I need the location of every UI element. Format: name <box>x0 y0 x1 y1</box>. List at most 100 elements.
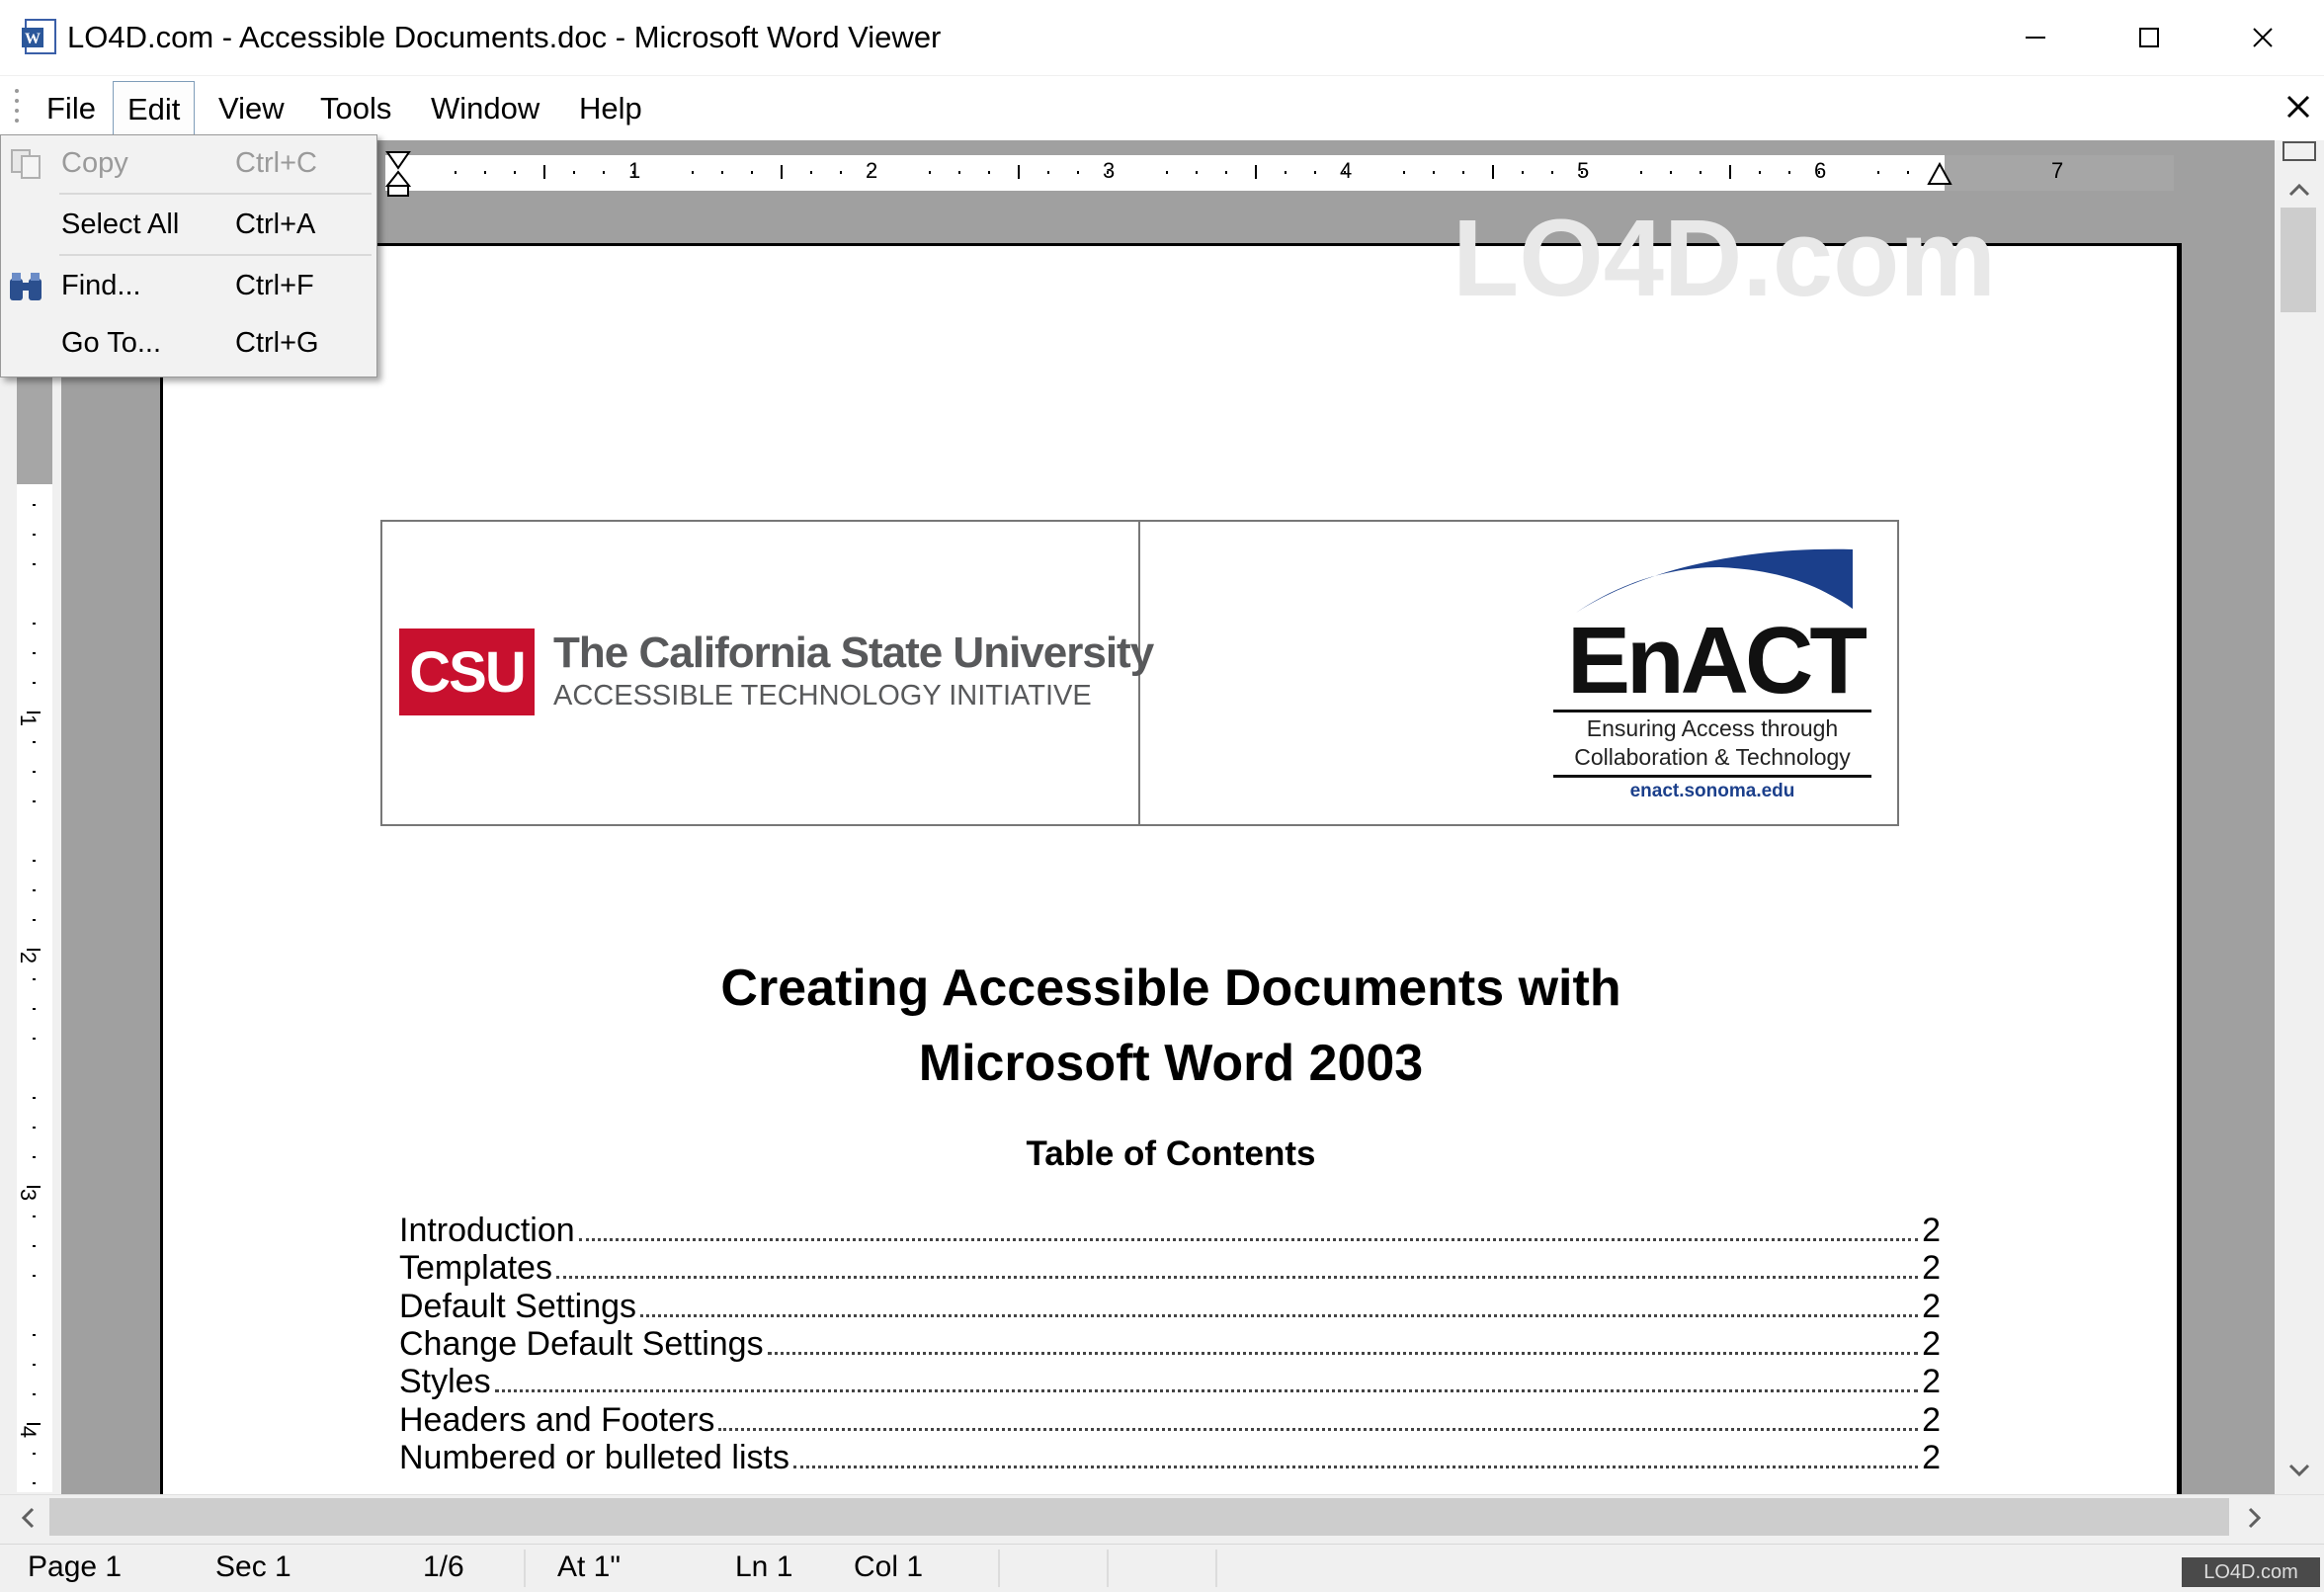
vertical-ruler[interactable] <box>17 336 52 1492</box>
toc-entry[interactable]: Templates 2 <box>399 1249 1941 1287</box>
csu-subtitle: ACCESSIBLE TECHNOLOGY INITIATIVE <box>553 680 1092 712</box>
right-indent-marker[interactable] <box>1927 161 1952 188</box>
enact-rule-top <box>1553 710 1871 712</box>
toc-entry-title: Change Default Settings <box>399 1325 764 1363</box>
toc-entry[interactable]: Default Settings 2 <box>399 1288 1941 1325</box>
status-separator <box>524 1550 526 1587</box>
menu-separator <box>59 254 372 256</box>
vruler-number: 3 <box>16 1188 42 1202</box>
toc-entry-title: Styles <box>399 1363 491 1400</box>
vertical-ruler-ticks <box>27 385 41 1484</box>
vruler-number: 2 <box>16 951 42 964</box>
toc-entry-title: Numbered or bulleted lists <box>399 1439 789 1476</box>
watermark: LO4D.com <box>1452 198 1997 319</box>
enact-url: enact.sonoma.edu <box>1629 781 1795 801</box>
vruler-number: 1 <box>16 713 42 727</box>
ruler-number: 2 <box>866 158 878 183</box>
vertical-scroll-thumb[interactable] <box>2281 208 2316 312</box>
vertical-scrollbar[interactable] <box>2275 140 2324 1494</box>
status-separator <box>1107 1550 1109 1587</box>
status-separator <box>1215 1550 1217 1587</box>
menu-window[interactable]: Window <box>417 81 553 136</box>
horizontal-scroll-thumb[interactable] <box>49 1498 2229 1536</box>
menu-file[interactable]: File <box>33 81 110 136</box>
document-title: Creating Accessible Documents with Micro… <box>553 951 1788 1101</box>
status-separator <box>998 1550 1000 1587</box>
menu-find[interactable]: Find... <box>61 259 141 312</box>
scroll-right-button[interactable] <box>2235 1498 2275 1538</box>
horizontal-ruler-ticks <box>455 165 2146 179</box>
word-viewer-app-icon[interactable]: W <box>20 18 59 57</box>
maximize-button[interactable] <box>2092 0 2205 75</box>
menu-find-shortcut: Ctrl+F <box>235 270 314 301</box>
menu-grip-handle[interactable] <box>14 85 20 128</box>
menu-copy[interactable]: Copy <box>61 136 128 190</box>
toc-leader <box>767 1352 1919 1355</box>
toc-entry-page: 2 <box>1922 1439 1941 1476</box>
copy-icon <box>8 146 45 180</box>
toc-entry[interactable]: Headers and Footers 2 <box>399 1401 1941 1439</box>
menu-help[interactable]: Help <box>565 81 656 136</box>
close-window-button[interactable] <box>2205 0 2319 75</box>
split-box[interactable] <box>2275 140 2324 166</box>
menu-copy-shortcut: Ctrl+C <box>235 147 317 179</box>
menu-edit[interactable]: Edit <box>113 81 196 136</box>
csu-logo: CSU <box>399 628 535 715</box>
scroll-up-button[interactable] <box>2275 170 2324 209</box>
toc-leader <box>792 1466 1919 1468</box>
ruler-number: 5 <box>1577 158 1590 183</box>
status-bar <box>0 1544 2324 1592</box>
ruler-number: 3 <box>1103 158 1116 183</box>
edit-menu-dropdown <box>0 134 377 377</box>
minimize-icon <box>2025 37 2045 39</box>
menu-select-all-shortcut: Ctrl+A <box>235 209 316 240</box>
toc-heading: Table of Contents <box>1026 1134 1316 1173</box>
toc-leader <box>494 1389 1919 1392</box>
menu-view[interactable]: View <box>205 81 298 136</box>
toc-entry-page: 2 <box>1922 1212 1941 1249</box>
svg-text:W: W <box>25 31 41 47</box>
minimize-button[interactable] <box>1978 0 2092 75</box>
toc-leader <box>640 1314 1919 1317</box>
toc-entry-title: Headers and Footers <box>399 1401 715 1439</box>
scroll-left-button[interactable] <box>8 1498 47 1538</box>
ruler-number: 4 <box>1340 158 1353 183</box>
status-line: Ln 1 <box>735 1550 793 1583</box>
menu-go-to[interactable]: Go To... <box>61 316 161 370</box>
close-icon <box>2286 95 2310 119</box>
toc-entry[interactable]: Introduction 2 <box>399 1212 1941 1249</box>
ruler-number: 1 <box>628 158 641 183</box>
toc-entry-title: Default Settings <box>399 1288 637 1325</box>
menu-go-to-shortcut: Ctrl+G <box>235 327 319 359</box>
enact-logo: EnACT <box>1567 608 1868 713</box>
enact-rule-bottom <box>1553 775 1871 778</box>
horizontal-ruler[interactable] <box>385 155 2174 191</box>
status-at: At 1" <box>557 1550 622 1583</box>
toc-leader <box>555 1276 1919 1279</box>
watermark-badge: LO4D.com <box>2182 1557 2320 1587</box>
ruler-number: 6 <box>1814 158 1827 183</box>
toc-entry-title: Introduction <box>399 1212 575 1249</box>
binoculars-icon <box>6 269 45 304</box>
maximize-icon <box>2138 28 2159 47</box>
menu-select-all[interactable]: Select All <box>61 198 179 251</box>
enact-tagline-2: Collaboration & Technology <box>1574 744 1851 770</box>
document-title-line-1: Creating Accessible Documents with <box>720 960 1621 1017</box>
close-document-button[interactable] <box>2279 87 2318 126</box>
toc-entry-page: 2 <box>1922 1249 1941 1287</box>
enact-tagline-1: Ensuring Access through <box>1586 715 1839 741</box>
document-title-line-2: Microsoft Word 2003 <box>918 1035 1424 1092</box>
menu-tools[interactable]: Tools <box>306 81 405 136</box>
toc-entry-page: 2 <box>1922 1363 1941 1400</box>
toc-entry-page: 2 <box>1922 1288 1941 1325</box>
toc-entry[interactable]: Styles 2 <box>399 1363 1941 1400</box>
toc-entry[interactable]: Numbered or bulleted lists 2 <box>399 1439 1941 1476</box>
left-indent-marker[interactable] <box>384 150 412 198</box>
status-section: Sec 1 <box>215 1550 291 1583</box>
close-icon <box>2252 28 2273 47</box>
scroll-down-button[interactable] <box>2275 1451 2324 1490</box>
toc-entry[interactable]: Change Default Settings 2 <box>399 1325 1941 1363</box>
toc-leader <box>578 1238 1919 1241</box>
menu-separator <box>59 193 372 195</box>
status-page-count: 1/6 <box>423 1550 464 1583</box>
